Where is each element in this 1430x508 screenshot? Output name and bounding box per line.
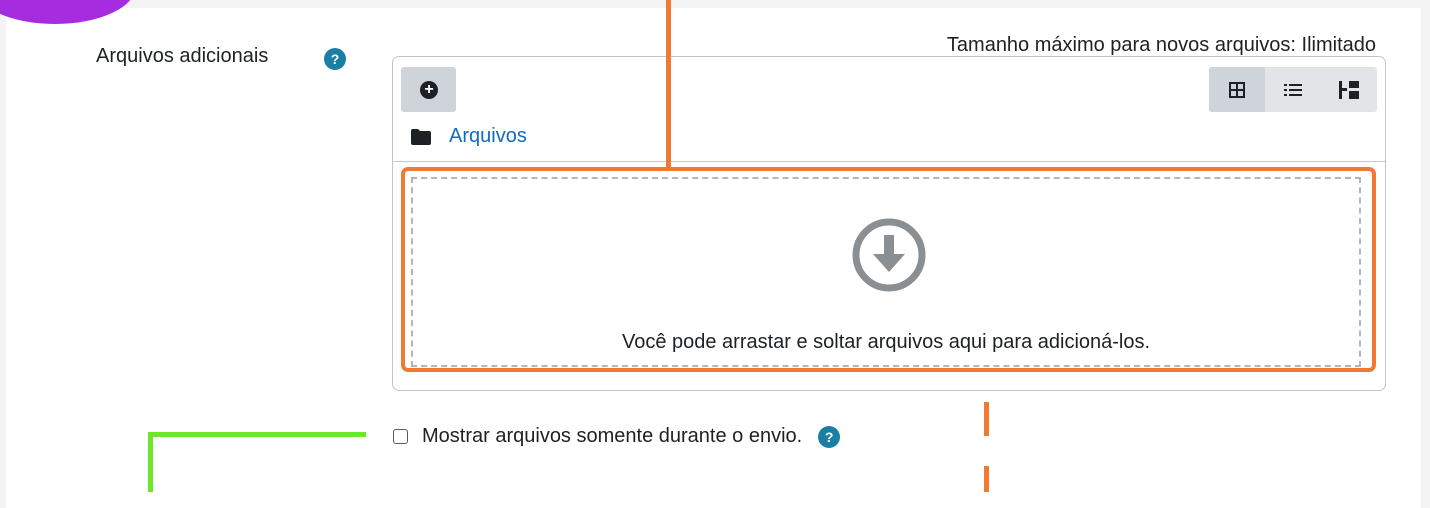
add-file-button[interactable]: + — [401, 67, 456, 112]
callout-line-top — [666, 0, 671, 168]
help-icon[interactable]: ? — [818, 425, 841, 448]
view-switcher — [1209, 67, 1377, 112]
step-badge — [0, 0, 136, 24]
file-manager-toolbar: + Arquivos — [393, 57, 1385, 162]
folder-link-arquivos[interactable]: Arquivos — [449, 125, 527, 148]
field-label: Arquivos adicionais — [96, 45, 269, 67]
callout-line-horizontal — [148, 432, 366, 437]
grid-view-icon — [1229, 81, 1245, 98]
dropzone-highlight — [401, 167, 1376, 372]
tree-view-button[interactable] — [1321, 67, 1377, 112]
help-icon[interactable]: ? — [324, 48, 346, 70]
callout-line-vertical — [148, 432, 153, 492]
list-view-button[interactable] — [1265, 67, 1321, 112]
folder-icon — [411, 128, 431, 145]
list-view-icon — [1284, 83, 1302, 96]
grid-view-button[interactable] — [1209, 67, 1265, 112]
show-files-option: Mostrar arquivos somente durante o envio… — [393, 425, 841, 448]
tree-view-icon — [1339, 80, 1359, 99]
callout-line-dashed-2 — [984, 466, 989, 492]
plus-circle-icon: + — [420, 81, 438, 99]
max-size-text: Tamanho máximo para novos arquivos: Ilim… — [946, 34, 1376, 56]
show-files-checkbox[interactable] — [393, 429, 408, 444]
callout-line-dashed-1 — [984, 402, 989, 436]
breadcrumb: Arquivos — [411, 125, 527, 148]
show-files-label[interactable]: Mostrar arquivos somente durante o envio… — [422, 425, 802, 448]
